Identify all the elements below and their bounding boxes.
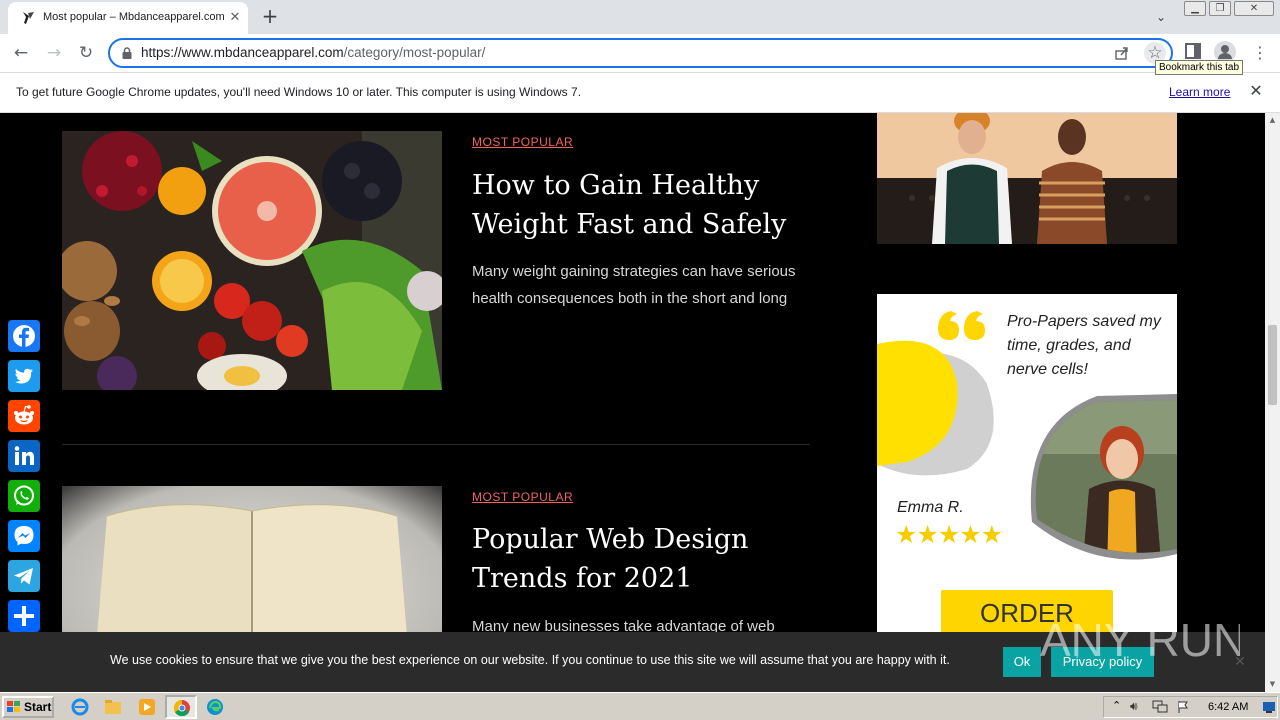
url-host: https://www.mbdanceapparel.com bbox=[141, 45, 344, 60]
advertisement-image-top[interactable] bbox=[877, 113, 1177, 244]
article-category-link[interactable]: MOST POPULAR bbox=[472, 490, 573, 504]
messenger-share-button[interactable] bbox=[8, 520, 40, 552]
reddit-icon bbox=[14, 405, 34, 425]
scroll-down-arrow-icon[interactable]: ▼ bbox=[1268, 680, 1277, 688]
windows-taskbar: Start ⌃ 🔊︎ 6:42 AM bbox=[0, 692, 1280, 720]
article-image-healthy-food[interactable] bbox=[62, 131, 442, 390]
learn-more-link[interactable]: Learn more bbox=[1169, 85, 1230, 99]
url-text[interactable]: https://www.mbdanceapparel.com/category/… bbox=[141, 45, 485, 60]
tab-close-icon[interactable]: ✕ bbox=[226, 9, 244, 27]
share-page-icon[interactable] bbox=[1114, 45, 1130, 61]
reload-button[interactable]: ↻ bbox=[75, 42, 97, 64]
taskbar-chrome-active[interactable] bbox=[165, 695, 197, 719]
restore-button[interactable]: ❐ bbox=[1209, 1, 1231, 16]
new-tab-button[interactable]: + bbox=[259, 5, 281, 27]
cookie-message: We use cookies to ensure that we give yo… bbox=[110, 653, 950, 667]
browser-toolbar: ← → ↻ https://www.mbdanceapparel.com/cat… bbox=[0, 34, 1280, 75]
browser-tab-active[interactable]: Most popular – Mbdanceapparel.com ✕ bbox=[8, 2, 248, 34]
article-category-link[interactable]: MOST POPULAR bbox=[472, 135, 573, 149]
article-divider bbox=[62, 444, 810, 445]
taskbar-clock: 6:42 AM bbox=[1208, 701, 1249, 713]
site-favicon-icon bbox=[23, 12, 34, 24]
twitter-icon bbox=[15, 368, 33, 384]
address-bar[interactable]: https://www.mbdanceapparel.com/category/… bbox=[108, 38, 1173, 68]
whatsapp-icon bbox=[14, 485, 34, 506]
share-plus-icon bbox=[14, 606, 34, 626]
tab-title: Most popular – Mbdanceapparel.com bbox=[43, 11, 225, 23]
facebook-share-button[interactable] bbox=[8, 320, 40, 352]
start-label: Start bbox=[24, 700, 52, 714]
infobar-close-icon[interactable]: ✕ bbox=[1247, 82, 1265, 100]
system-tray: ⌃ 🔊︎ bbox=[1103, 696, 1278, 718]
article-title-link[interactable]: Popular Web Design Trends for 2021 bbox=[472, 520, 812, 598]
ad-reviewer-name: Emma R. bbox=[897, 499, 964, 516]
linkedin-share-button[interactable] bbox=[8, 440, 40, 472]
watermark-text: ANY RUN bbox=[1040, 614, 1240, 666]
tray-expand-icon[interactable]: ⌃ bbox=[1112, 699, 1121, 712]
close-window-button[interactable]: ✕ bbox=[1234, 1, 1274, 16]
article-title-link[interactable]: How to Gain Healthy Weight Fast and Safe… bbox=[472, 166, 812, 244]
scroll-up-arrow-icon[interactable]: ▲ bbox=[1268, 116, 1277, 124]
network-icon[interactable] bbox=[1152, 700, 1168, 714]
ad-star-rating: ★★★★★ bbox=[895, 520, 1003, 549]
file-explorer-icon[interactable] bbox=[104, 698, 122, 716]
messenger-icon bbox=[14, 526, 34, 546]
page-scrollbar[interactable]: ▲ ▼ bbox=[1265, 113, 1280, 692]
back-button[interactable]: ← bbox=[10, 42, 32, 64]
reddit-share-button[interactable] bbox=[8, 400, 40, 432]
chrome-icon bbox=[173, 699, 190, 717]
browser-tab-strip: Most popular – Mbdanceapparel.com ✕ + ⌄ … bbox=[0, 0, 1280, 34]
tab-search-icon[interactable]: ⌄ bbox=[1152, 8, 1170, 26]
facebook-icon bbox=[13, 325, 35, 347]
telegram-icon bbox=[14, 568, 33, 585]
chrome-menu-icon[interactable]: ⋮ bbox=[1252, 42, 1268, 64]
cookie-ok-button[interactable]: Ok bbox=[1003, 647, 1041, 677]
bookmark-tooltip: Bookmark this tab bbox=[1155, 60, 1244, 75]
volume-icon[interactable]: 🔊︎ bbox=[1130, 699, 1138, 714]
ad-testimonial-quote: Pro-Papers saved my time, grades, and ne… bbox=[1007, 313, 1161, 378]
url-path: /category/most-popular/ bbox=[343, 45, 486, 60]
article-excerpt: Many weight gaining strategies can have … bbox=[472, 263, 796, 307]
side-panel-icon[interactable] bbox=[1185, 43, 1201, 59]
more-share-button[interactable] bbox=[8, 600, 40, 632]
minimize-button[interactable]: ▁ bbox=[1184, 1, 1206, 16]
twitter-share-button[interactable] bbox=[8, 360, 40, 392]
show-desktop-icon[interactable] bbox=[1262, 700, 1276, 714]
lock-icon[interactable] bbox=[121, 47, 133, 59]
infobar-message: To get future Google Chrome updates, you… bbox=[16, 85, 582, 99]
start-button[interactable]: Start bbox=[2, 696, 54, 718]
media-player-icon[interactable] bbox=[138, 698, 156, 716]
internet-explorer-icon[interactable] bbox=[71, 698, 89, 716]
update-infobar: To get future Google Chrome updates, you… bbox=[0, 72, 1280, 113]
telegram-share-button[interactable] bbox=[8, 560, 40, 592]
whatsapp-share-button[interactable] bbox=[8, 480, 40, 512]
scroll-thumb[interactable] bbox=[1268, 325, 1277, 405]
windows-logo-icon bbox=[7, 701, 20, 712]
anyrun-watermark-logo: ANY RUN bbox=[1040, 614, 1240, 666]
forward-button[interactable]: → bbox=[43, 42, 65, 64]
action-center-flag-icon[interactable] bbox=[1176, 700, 1190, 714]
edge-icon[interactable] bbox=[206, 698, 224, 716]
linkedin-icon bbox=[14, 446, 34, 465]
screen: Most popular – Mbdanceapparel.com ✕ + ⌄ … bbox=[0, 0, 1280, 720]
